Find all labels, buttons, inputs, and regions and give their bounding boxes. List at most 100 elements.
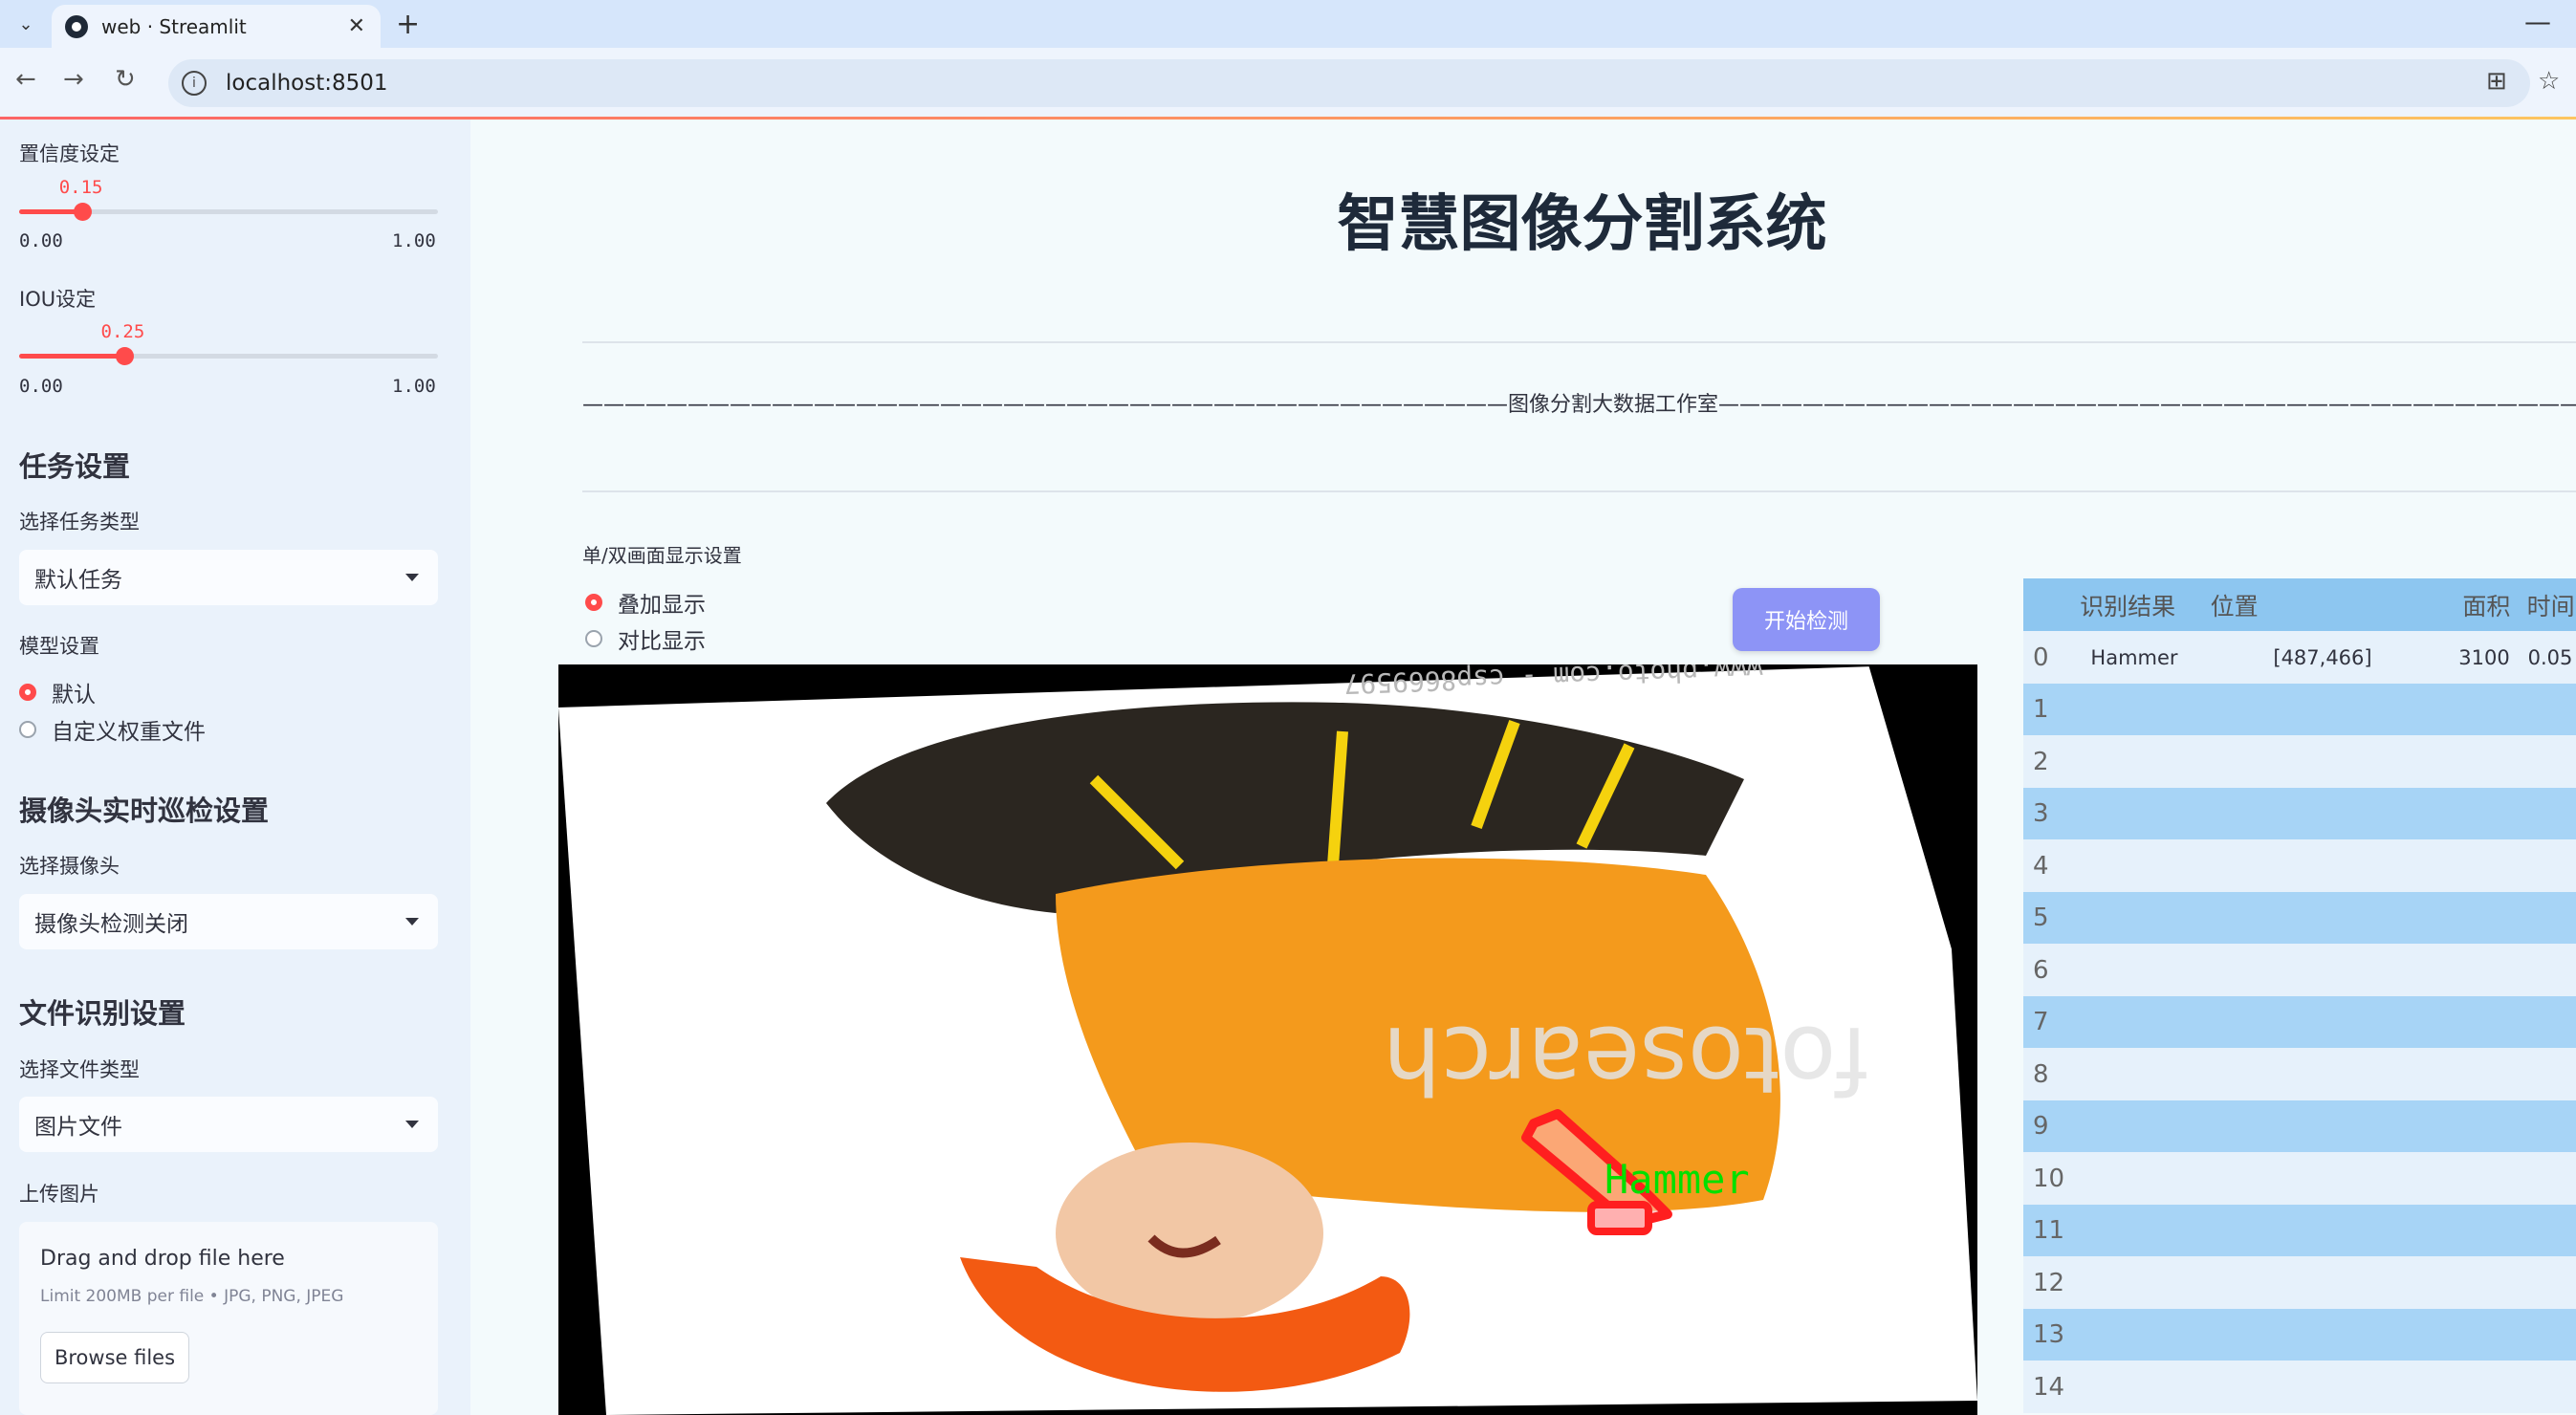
- radio-unselected-icon[interactable]: [19, 721, 36, 738]
- model-option-default[interactable]: 默认: [19, 676, 96, 708]
- row-index: 2: [2033, 747, 2049, 776]
- back-arrow-icon[interactable]: ←: [15, 65, 36, 94]
- file-type-value: 图片文件: [34, 1115, 122, 1140]
- table-row[interactable]: 14: [2023, 1361, 2576, 1413]
- header-result[interactable]: 识别结果: [2066, 588, 2211, 622]
- iou-slider-thumb[interactable]: [115, 347, 134, 365]
- camera-value: 摄像头检测关闭: [34, 912, 188, 937]
- address-toolbar: ← → ↻ i localhost:8501 ⊞ ☆: [0, 48, 2576, 119]
- display-option-overlay[interactable]: 叠加显示: [585, 586, 706, 619]
- confidence-value: 0.15: [58, 177, 103, 198]
- iou-slider[interactable]: [19, 347, 438, 365]
- confidence-slider-thumb[interactable]: [73, 203, 92, 221]
- row-index: 6: [2033, 955, 2049, 985]
- header-position[interactable]: 位置: [2211, 588, 2448, 622]
- browser-tab-strip: ⌄ web · Streamlit ✕ + —: [0, 0, 2576, 48]
- divider: [582, 490, 2576, 492]
- url-text[interactable]: localhost:8501: [226, 71, 388, 96]
- row-index: 8: [2033, 1059, 2049, 1089]
- row-index: 11: [2033, 1216, 2065, 1245]
- confidence-min: 0.00: [19, 230, 63, 251]
- row-index: 13: [2033, 1320, 2065, 1349]
- table-row[interactable]: 5: [2023, 891, 2576, 945]
- url-bar[interactable]: i localhost:8501: [168, 59, 2530, 107]
- task-type-select[interactable]: 默认任务: [19, 550, 438, 605]
- chevron-down-icon: [405, 1121, 419, 1128]
- table-row[interactable]: 4: [2023, 839, 2576, 892]
- row-index: 4: [2033, 851, 2049, 881]
- result-image-canvas: www.photo.com - csp8669597 fotosearch Ha…: [558, 664, 1977, 1415]
- page-title: 智慧图像分割系统: [1337, 189, 1827, 260]
- file-dropzone[interactable]: Drag and drop file here Limit 200MB per …: [19, 1222, 438, 1415]
- confidence-max: 1.00: [392, 230, 436, 251]
- close-tab-icon[interactable]: ✕: [348, 14, 365, 38]
- table-row[interactable]: 9: [2023, 1099, 2576, 1153]
- tab-title: web · Streamlit: [101, 14, 247, 38]
- file-settings-heading: 文件识别设置: [19, 997, 186, 1030]
- camera-select[interactable]: 摄像头检测关闭: [19, 894, 438, 949]
- model-option-label: 默认: [52, 683, 96, 708]
- hammer-head-mask: [1587, 1201, 1652, 1235]
- model-option-custom[interactable]: 自定义权重文件: [19, 713, 206, 746]
- bookmark-star-icon[interactable]: ☆: [2538, 67, 2560, 96]
- table-row[interactable]: 11: [2023, 1204, 2576, 1257]
- table-row[interactable]: 3: [2023, 787, 2576, 840]
- row-index: 12: [2033, 1268, 2065, 1297]
- divider: [582, 341, 2576, 343]
- studio-banner: ————————————————————————————————————————…: [582, 393, 2576, 417]
- cell-area: 3100: [2458, 645, 2510, 669]
- sidebar: 置信度设定 0.15 0.00 1.00 IOU设定 0.25 0.00 1.0…: [0, 120, 470, 1415]
- streamlit-favicon-icon: [65, 14, 88, 38]
- browse-files-button[interactable]: Browse files: [40, 1332, 189, 1383]
- iou-label: IOU设定: [19, 288, 97, 311]
- header-time[interactable]: 时间: [2525, 588, 2576, 622]
- row-index: 9: [2033, 1112, 2049, 1141]
- browser-tab[interactable]: web · Streamlit ✕: [52, 5, 381, 48]
- table-row[interactable]: 10: [2023, 1152, 2576, 1205]
- minimize-window-icon[interactable]: —: [2524, 6, 2551, 37]
- upload-label: 上传图片: [19, 1183, 99, 1206]
- chevron-down-icon: [405, 574, 419, 581]
- dropzone-instruction: Drag and drop file here: [40, 1247, 285, 1271]
- radio-unselected-icon[interactable]: [585, 630, 602, 647]
- forward-arrow-icon[interactable]: →: [63, 65, 84, 94]
- table-row[interactable]: 8: [2023, 1048, 2576, 1100]
- table-row[interactable]: 7: [2023, 995, 2576, 1049]
- table-row[interactable]: 2: [2023, 735, 2576, 788]
- task-settings-heading: 任务设置: [19, 450, 131, 483]
- header-area[interactable]: 面积: [2447, 588, 2525, 622]
- iou-slider-fill: [19, 354, 124, 359]
- dropzone-limits: Limit 200MB per file • JPG, PNG, JPEG: [40, 1287, 344, 1306]
- row-index: 14: [2033, 1372, 2065, 1402]
- iou-max: 1.00: [392, 376, 436, 397]
- radio-selected-icon[interactable]: [19, 684, 36, 701]
- file-type-label: 选择文件类型: [19, 1058, 140, 1081]
- file-type-select[interactable]: 图片文件: [19, 1097, 438, 1152]
- display-option-label: 叠加显示: [618, 593, 706, 618]
- table-row[interactable]: 12: [2023, 1256, 2576, 1309]
- site-info-icon[interactable]: i: [182, 71, 207, 96]
- table-row[interactable]: 6: [2023, 944, 2576, 996]
- translate-icon[interactable]: ⊞: [2486, 67, 2507, 96]
- row-index: 0: [2033, 642, 2049, 672]
- tab-search-chevron-icon[interactable]: ⌄: [11, 10, 40, 38]
- new-tab-plus-icon[interactable]: +: [396, 8, 420, 41]
- table-row[interactable]: 13: [2023, 1308, 2576, 1361]
- row-index: 3: [2033, 799, 2049, 828]
- reload-icon[interactable]: ↻: [115, 65, 136, 94]
- cell-position: [487,466]: [2273, 645, 2372, 669]
- table-row[interactable]: 0 Hammer [487,466] 3100 0.05: [2023, 631, 2576, 684]
- camera-select-label: 选择摄像头: [19, 855, 120, 878]
- row-index: 1: [2033, 695, 2049, 724]
- confidence-slider[interactable]: [19, 203, 438, 221]
- face: [1056, 1143, 1323, 1324]
- model-option-label: 自定义权重文件: [52, 720, 206, 745]
- display-option-compare[interactable]: 对比显示: [585, 622, 706, 655]
- task-type-value: 默认任务: [34, 568, 122, 593]
- display-option-label: 对比显示: [618, 629, 706, 654]
- start-detection-button[interactable]: 开始检测: [1733, 588, 1880, 651]
- task-type-label: 选择任务类型: [19, 511, 140, 533]
- table-row[interactable]: 1: [2023, 683, 2576, 736]
- radio-selected-icon[interactable]: [585, 594, 602, 611]
- confidence-label: 置信度设定: [19, 142, 120, 165]
